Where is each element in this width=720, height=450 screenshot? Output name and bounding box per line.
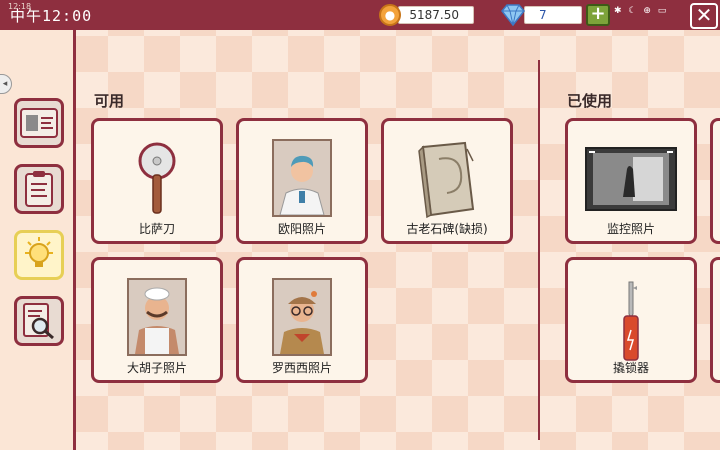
hint-bulb-tab[interactable] (14, 230, 64, 280)
game-time: 中午12:00 (10, 7, 93, 25)
item-card-bearded-photo[interactable]: 大胡子照片 (91, 257, 223, 383)
item-card-surveillance-photo[interactable]: 监控照片 (565, 118, 697, 244)
available-section-title: 可用 (94, 92, 125, 110)
coin-icon: ● (379, 4, 401, 26)
used-section-title: 已使用 (567, 92, 613, 110)
coin-balance: 5187.50 (398, 6, 474, 24)
item-card-lockpick[interactable]: 撬锁器 (565, 257, 697, 383)
item-label: 古老石碑(缺损) (406, 222, 488, 236)
system-status-icons: ✱ ☾ ⊕ ▭ (614, 6, 669, 16)
diamond-icon (501, 4, 525, 27)
item-card-partial[interactable] (710, 118, 720, 244)
item-label: 监控照片 (606, 222, 655, 236)
lightbulb-icon (25, 237, 53, 267)
item-label: 撬锁器 (612, 361, 649, 375)
bearded-man-photo-image (127, 278, 187, 356)
item-card-ouyang-photo[interactable]: 欧阳照片 (236, 118, 368, 244)
item-card-ancient-tablet[interactable]: 古老石碑(缺损) (381, 118, 513, 244)
item-card-luoxixi-photo[interactable]: 罗西西照片 (236, 257, 368, 383)
lockpick-icon (623, 281, 639, 361)
item-card-pizza-cutter[interactable]: 比萨刀 (91, 118, 223, 244)
sidebar-handle[interactable]: ◂ (0, 74, 12, 94)
stone-tablet-icon (418, 141, 475, 219)
item-label: 罗西西照片 (271, 361, 332, 375)
gem-balance: 7 (524, 6, 582, 24)
item-label: 欧阳照片 (277, 222, 326, 236)
ouyang-photo-image (272, 139, 332, 217)
section-divider (538, 60, 540, 440)
close-button[interactable]: ✕ (690, 3, 718, 29)
clipboard-tab[interactable] (14, 164, 64, 214)
investigate-tab[interactable] (14, 296, 64, 346)
surveillance-photo-image (585, 147, 677, 211)
item-label: 比萨刀 (138, 222, 175, 236)
clipboard-icon (25, 171, 53, 207)
pizza-cutter-icon (138, 142, 176, 214)
add-gems-button[interactable]: + (586, 4, 610, 26)
item-label: 大胡子照片 (126, 361, 187, 375)
item-card-partial[interactable] (710, 257, 720, 383)
luoxixi-photo-image (272, 278, 332, 356)
id-card-icon (20, 108, 58, 138)
magnifier-notes-icon (23, 303, 54, 340)
top-bar: 12:18 中午12:00 5187.50 ● 7 + ✱ ☾ ⊕ ▭ ✕ (0, 0, 720, 30)
sidebar: ◂ (0, 30, 76, 450)
id-card-tab[interactable] (14, 98, 64, 148)
